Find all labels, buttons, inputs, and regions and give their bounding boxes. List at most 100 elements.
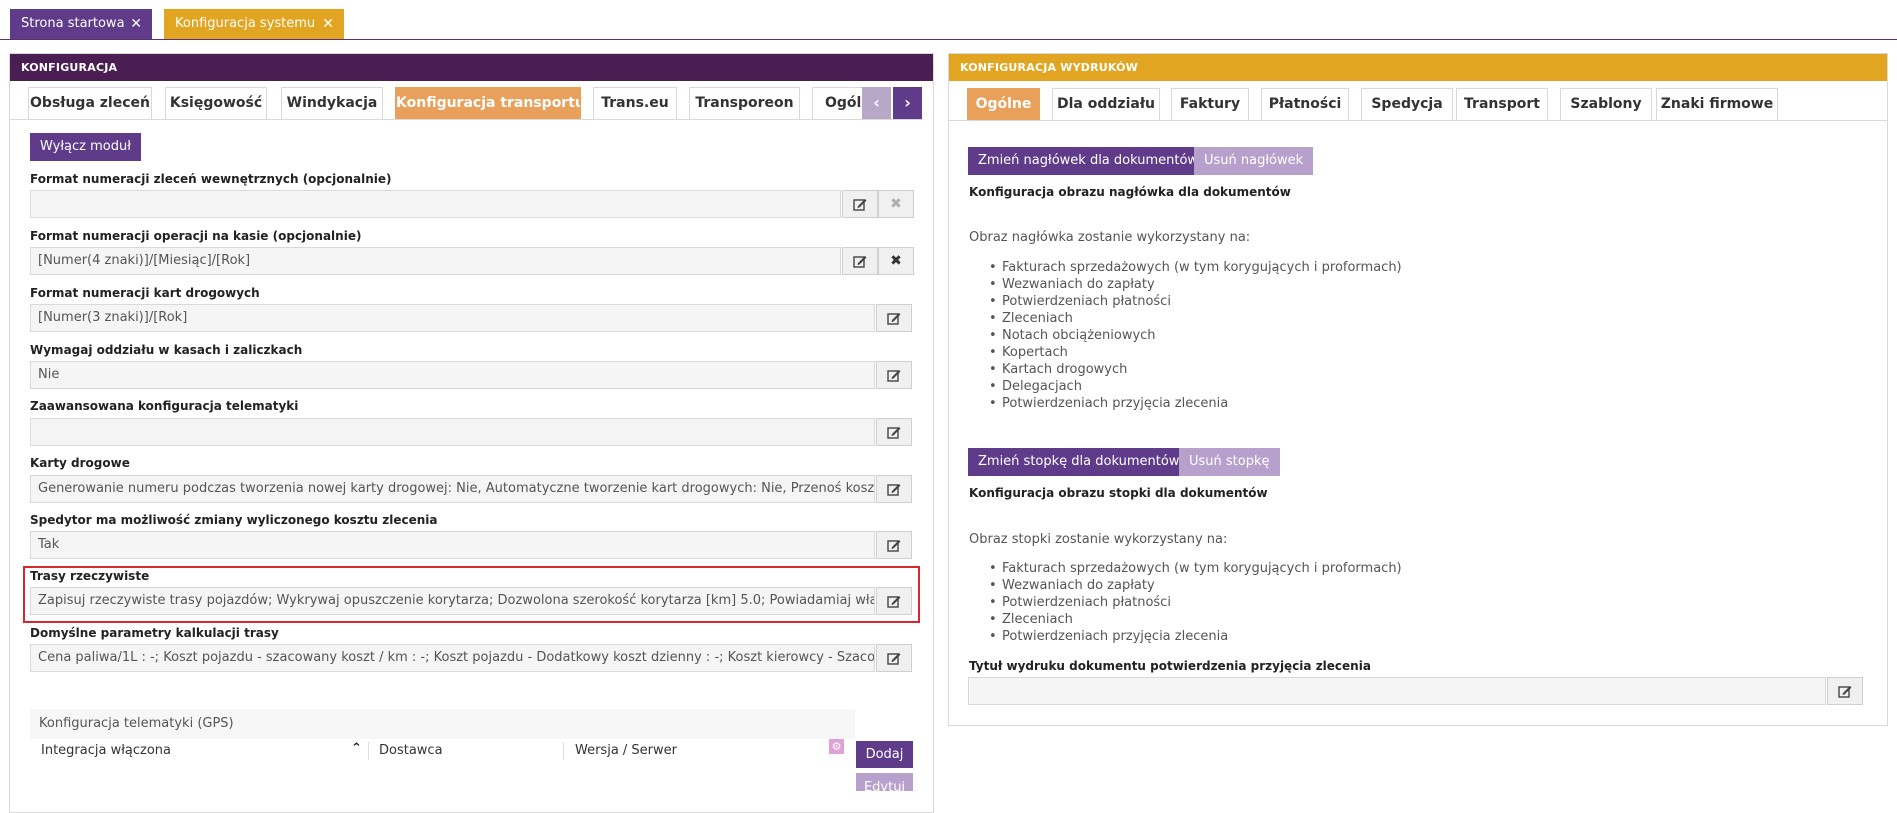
list-item: Zleceniach	[989, 310, 1402, 327]
list-item: Kartach drogowych	[989, 361, 1402, 378]
edit-button[interactable]	[876, 361, 912, 389]
list-item: Fakturach sprzedażowych (w tym korygując…	[989, 560, 1402, 577]
field-label-advanced-telematics: Zaawansowana konfiguracja telematyki	[30, 399, 299, 413]
chevron-right-icon: ›	[904, 93, 911, 112]
remove-footer-button[interactable]: Usuń stopkę	[1179, 448, 1280, 476]
tab-forwarding[interactable]: Spedycja	[1361, 88, 1453, 120]
edit-button[interactable]	[876, 418, 912, 446]
edit-button[interactable]	[842, 190, 878, 218]
edit-button[interactable]	[876, 531, 912, 559]
gps-column-provider[interactable]: Dostawca	[379, 740, 443, 762]
close-icon[interactable]: ✕	[130, 9, 142, 39]
remove-header-button[interactable]: Usuń nagłówek	[1194, 147, 1314, 175]
road-cards-field: Generowanie numeru podczas tworzenia now…	[30, 475, 875, 503]
list-item: Delegacjach	[989, 378, 1402, 395]
header-usage-list: Fakturach sprzedażowych (w tym korygując…	[989, 259, 1402, 412]
edit-icon	[887, 596, 901, 608]
tab-debt-collection[interactable]: Windykacja	[281, 87, 383, 119]
tab-system-config[interactable]: Konfiguracja systemu ✕	[164, 9, 344, 39]
field-label-cash-operation-format: Format numeracji operacji na kasie (opcj…	[30, 229, 362, 243]
edit-gps-button[interactable]: Edytuj	[856, 773, 913, 791]
edit-icon	[887, 540, 901, 552]
print-config-panel-header: KONFIGURACJA WYDRUKÓW	[949, 54, 1887, 81]
column-divider	[563, 742, 564, 760]
edit-button[interactable]	[876, 304, 912, 332]
gps-config-section-title: Konfiguracja telematyki (GPS)	[30, 709, 855, 739]
tab-transport[interactable]: Transport	[1456, 88, 1548, 120]
list-item: Kopertach	[989, 344, 1402, 361]
list-item: Potwierdzeniach płatności	[989, 293, 1402, 310]
list-item: Potwierdzeniach przyjęcia zlecenia	[989, 395, 1402, 412]
close-icon[interactable]: ✕	[322, 9, 334, 39]
list-item: Wezwaniach do zapłaty	[989, 276, 1402, 293]
tab-for-branch[interactable]: Dla oddziału	[1052, 88, 1160, 120]
edit-icon	[887, 313, 901, 325]
tab-transporeon[interactable]: Transporeon	[689, 87, 800, 119]
gear-icon[interactable]: ⚙	[829, 739, 844, 754]
field-label-road-cards: Karty drogowe	[30, 456, 130, 470]
tab-trans-eu[interactable]: Trans.eu	[593, 87, 677, 119]
edit-icon	[887, 370, 901, 382]
field-label-route-calc-params: Domyślne parametry kalkulacji trasy	[30, 626, 279, 640]
edit-button[interactable]	[842, 247, 878, 275]
list-item: Zleceniach	[989, 611, 1402, 628]
header-image-config-title: Konfiguracja obrazu nagłówka dla dokumen…	[969, 185, 1291, 199]
tab-payments[interactable]: Płatności	[1261, 88, 1349, 120]
print-title-label: Tytuł wydruku dokumentu potwierdzenia pr…	[969, 659, 1371, 673]
field-label-actual-routes: Trasy rzeczywiste	[30, 569, 150, 583]
footer-usage-list: Fakturach sprzedażowych (w tym korygując…	[989, 560, 1402, 645]
edit-button[interactable]	[876, 587, 912, 615]
tab-general[interactable]: Ogólne	[812, 87, 864, 119]
gps-column-version-server[interactable]: Wersja / Serwer	[575, 740, 677, 762]
edit-icon	[1838, 686, 1852, 698]
edit-button[interactable]	[876, 644, 912, 672]
forwarder-cost-change-field: Tak	[30, 531, 875, 559]
header-image-intro: Obraz nagłówka zostanie wykorzystany na:	[969, 230, 1251, 245]
gps-column-integration-enabled[interactable]: Integracja włączona	[41, 740, 171, 762]
require-branch-field: Nie	[30, 361, 875, 389]
tab-row-divider	[949, 120, 1887, 121]
actual-routes-field: Zapisuj rzeczywiste trasy pojazdów; Wykr…	[30, 587, 875, 615]
chevron-left-icon: ‹	[873, 93, 880, 112]
column-divider	[368, 742, 369, 760]
advanced-telematics-field	[30, 418, 875, 446]
clear-button[interactable]: ✖	[878, 247, 914, 275]
tabs-prev-button[interactable]: ‹	[862, 87, 891, 119]
footer-image-intro: Obraz stopki zostanie wykorzystany na:	[969, 532, 1228, 547]
disable-module-button[interactable]: Wyłącz moduł	[30, 133, 141, 161]
tab-order-handling[interactable]: Obsługa zleceń	[28, 87, 152, 119]
tabs-next-button[interactable]: ›	[893, 87, 922, 119]
edit-icon	[853, 199, 867, 211]
change-footer-button[interactable]: Zmień stopkę dla dokumentów	[968, 448, 1190, 476]
edit-button[interactable]	[1827, 677, 1863, 705]
edit-button[interactable]	[876, 475, 912, 503]
close-icon: ✖	[890, 253, 902, 269]
field-label-require-branch: Wymagaj oddziału w kasach i zaliczkach	[30, 343, 303, 357]
list-item: Potwierdzeniach przyjęcia zlecenia	[989, 628, 1402, 645]
gps-column-integration-label: Integracja włączona	[41, 743, 172, 758]
print-title-field	[968, 677, 1826, 705]
tab-row-divider	[10, 119, 923, 120]
edit-icon	[887, 427, 901, 439]
tab-accounting[interactable]: Księgowość	[165, 87, 267, 119]
clear-button[interactable]: ✖	[878, 190, 914, 218]
tab-system-config-label: Konfiguracja systemu	[175, 16, 316, 31]
cash-operation-format-field: [Numer(4 znaki)]/[Miesiąc]/[Rok]	[30, 247, 841, 275]
tab-brand-marks[interactable]: Znaki firmowe	[1656, 88, 1778, 120]
tab-templates[interactable]: Szablony	[1560, 88, 1652, 120]
edit-icon	[853, 256, 867, 268]
close-icon: ✖	[890, 196, 902, 212]
tab-invoices[interactable]: Faktury	[1171, 88, 1249, 120]
field-label-forwarder-cost-change: Spedytor ma możliwość zmiany wyliczonego…	[30, 513, 438, 527]
edit-icon	[887, 653, 901, 665]
tab-general-prints[interactable]: Ogólne	[967, 88, 1040, 120]
chevron-up-icon[interactable]: ⌃	[351, 741, 362, 756]
footer-image-config-title: Konfiguracja obrazu stopki dla dokumentó…	[969, 486, 1268, 500]
config-panel-header: KONFIGURACJA	[10, 54, 933, 81]
tab-home[interactable]: Strona startowa ✕	[10, 9, 152, 39]
change-header-button[interactable]: Zmień nagłówek dla dokumentów	[968, 147, 1209, 175]
tab-transport-config[interactable]: Konfiguracja transportu	[395, 87, 581, 119]
road-card-format-field: [Numer(3 znaki)]/[Rok]	[30, 304, 875, 332]
add-button[interactable]: Dodaj	[856, 741, 913, 768]
list-item: Notach obciążeniowych	[989, 327, 1402, 344]
